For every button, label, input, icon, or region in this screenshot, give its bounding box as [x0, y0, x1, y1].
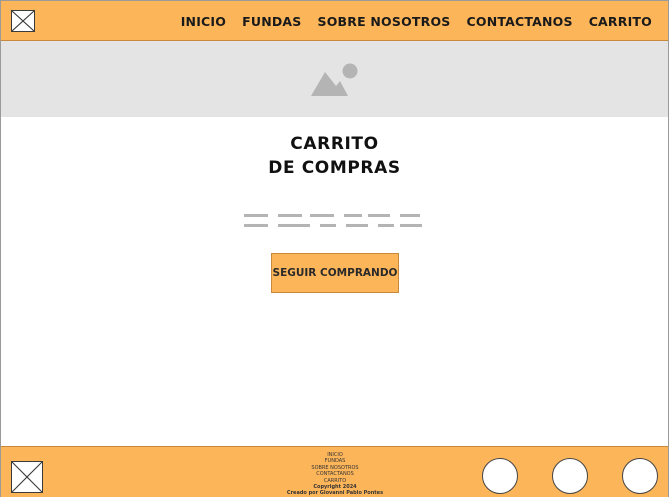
continue-shopping-button[interactable]: SEGUIR COMPRANDO [271, 253, 399, 293]
image-placeholder-icon [311, 63, 358, 96]
nav-item-contactanos[interactable]: CONTACTANOS [467, 14, 573, 29]
page: INICIO FUNDAS SOBRE NOSOTROS CONTACTANOS… [0, 0, 669, 497]
social-circle-icon[interactable] [482, 458, 518, 494]
footer-links: INICIO FUNDAS SOBRE NOSOTROS CONTACTANOS… [285, 452, 385, 497]
hero-banner [1, 41, 668, 117]
logo-placeholder-icon[interactable] [11, 10, 35, 32]
main-nav: INICIO FUNDAS SOBRE NOSOTROS CONTACTANOS… [181, 1, 652, 41]
page-title-line2: DE COMPRAS [268, 158, 401, 178]
footer-logo-placeholder-icon[interactable] [11, 461, 43, 493]
nav-item-sobre-nosotros[interactable]: SOBRE NOSOTROS [318, 14, 451, 29]
footer: INICIO FUNDAS SOBRE NOSOTROS CONTACTANOS… [1, 446, 668, 497]
social-circle-icon[interactable] [622, 458, 658, 494]
social-circle-icon[interactable] [552, 458, 588, 494]
header: INICIO FUNDAS SOBRE NOSOTROS CONTACTANOS… [1, 1, 668, 41]
nav-item-carrito[interactable]: CARRITO [589, 14, 652, 29]
nav-item-fundas[interactable]: FUNDAS [242, 14, 301, 29]
page-title-line1: CARRITO [290, 134, 379, 154]
nav-item-inicio[interactable]: INICIO [181, 14, 226, 29]
text-lines-placeholder [244, 214, 422, 227]
footer-credit: Creado por Giovanni Pablo Pontes [286, 490, 384, 497]
